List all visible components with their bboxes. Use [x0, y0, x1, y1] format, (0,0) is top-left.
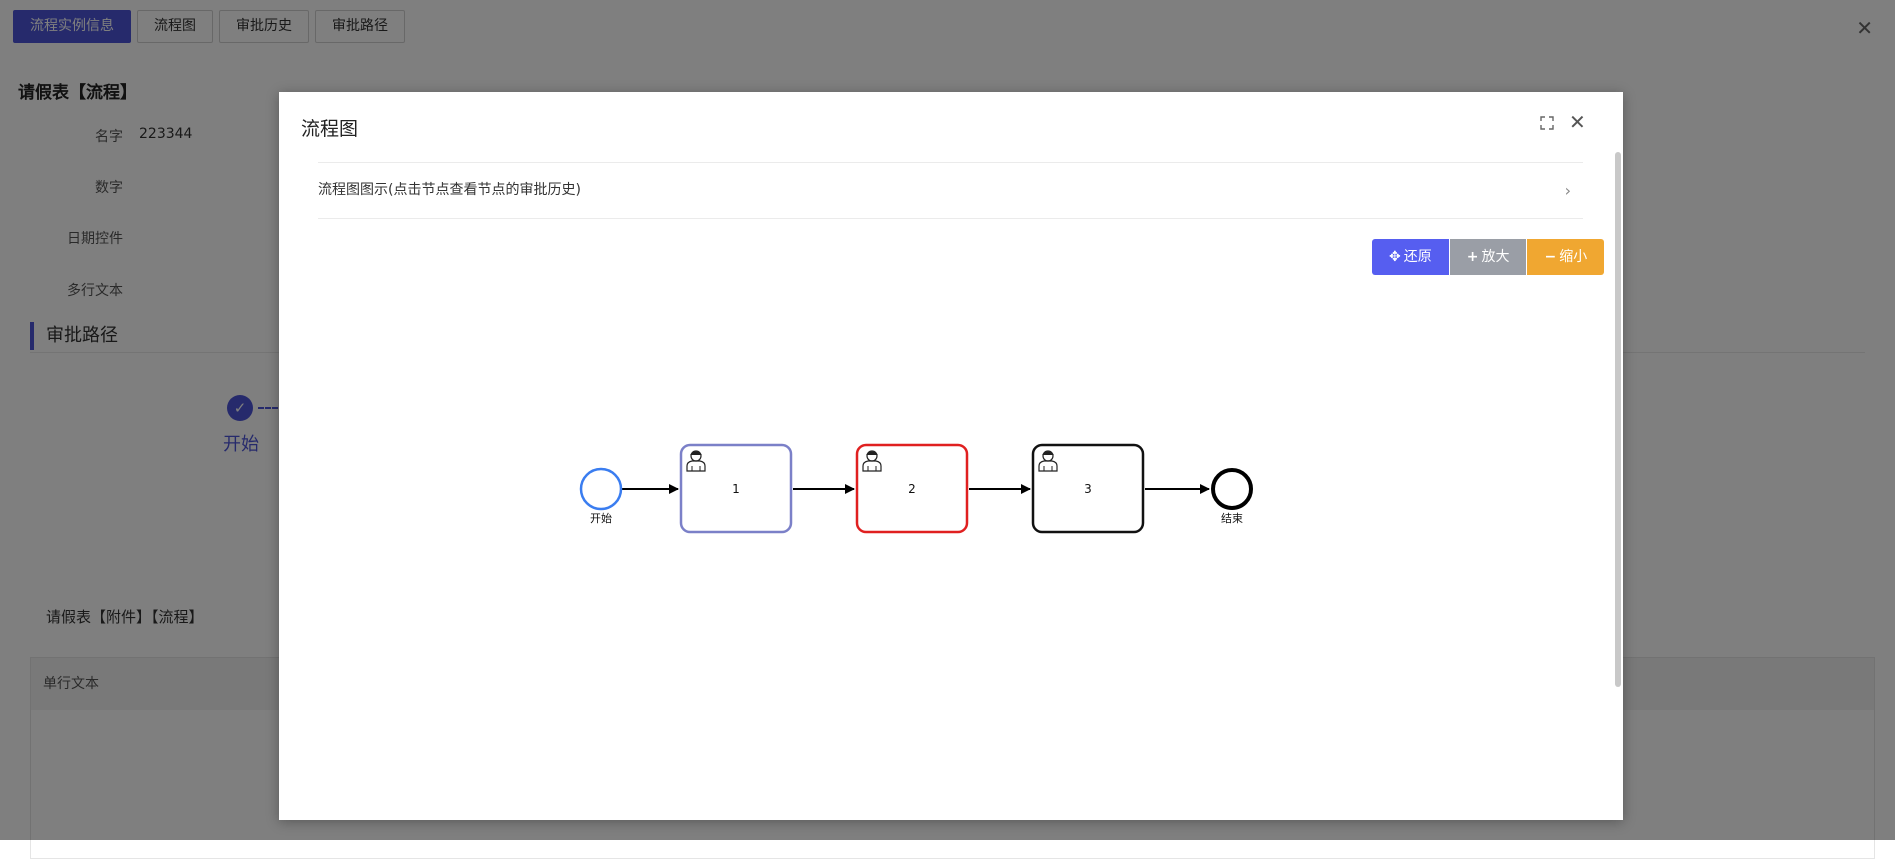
task-label: 1	[732, 482, 740, 496]
end-event[interactable]	[1211, 468, 1253, 510]
start-event-label: 开始	[590, 511, 612, 525]
task-label: 2	[908, 482, 916, 496]
end-event-label: 结束	[1221, 512, 1243, 525]
user-task-2[interactable]: 2	[855, 443, 969, 534]
start-event[interactable]	[579, 467, 623, 511]
bpmn-diagram: 开始 1 2 3 结束	[579, 443, 1253, 534]
flowchart-modal: 流程图 ✕ 流程图图示(点击节点查看节点的审批历史) › ✥ 还原 + 放大 − 缩小…	[279, 92, 1623, 820]
user-task-1[interactable]: 1	[679, 443, 793, 534]
task-label: 3	[1084, 482, 1092, 496]
user-task-3[interactable]: 3	[1031, 443, 1145, 534]
